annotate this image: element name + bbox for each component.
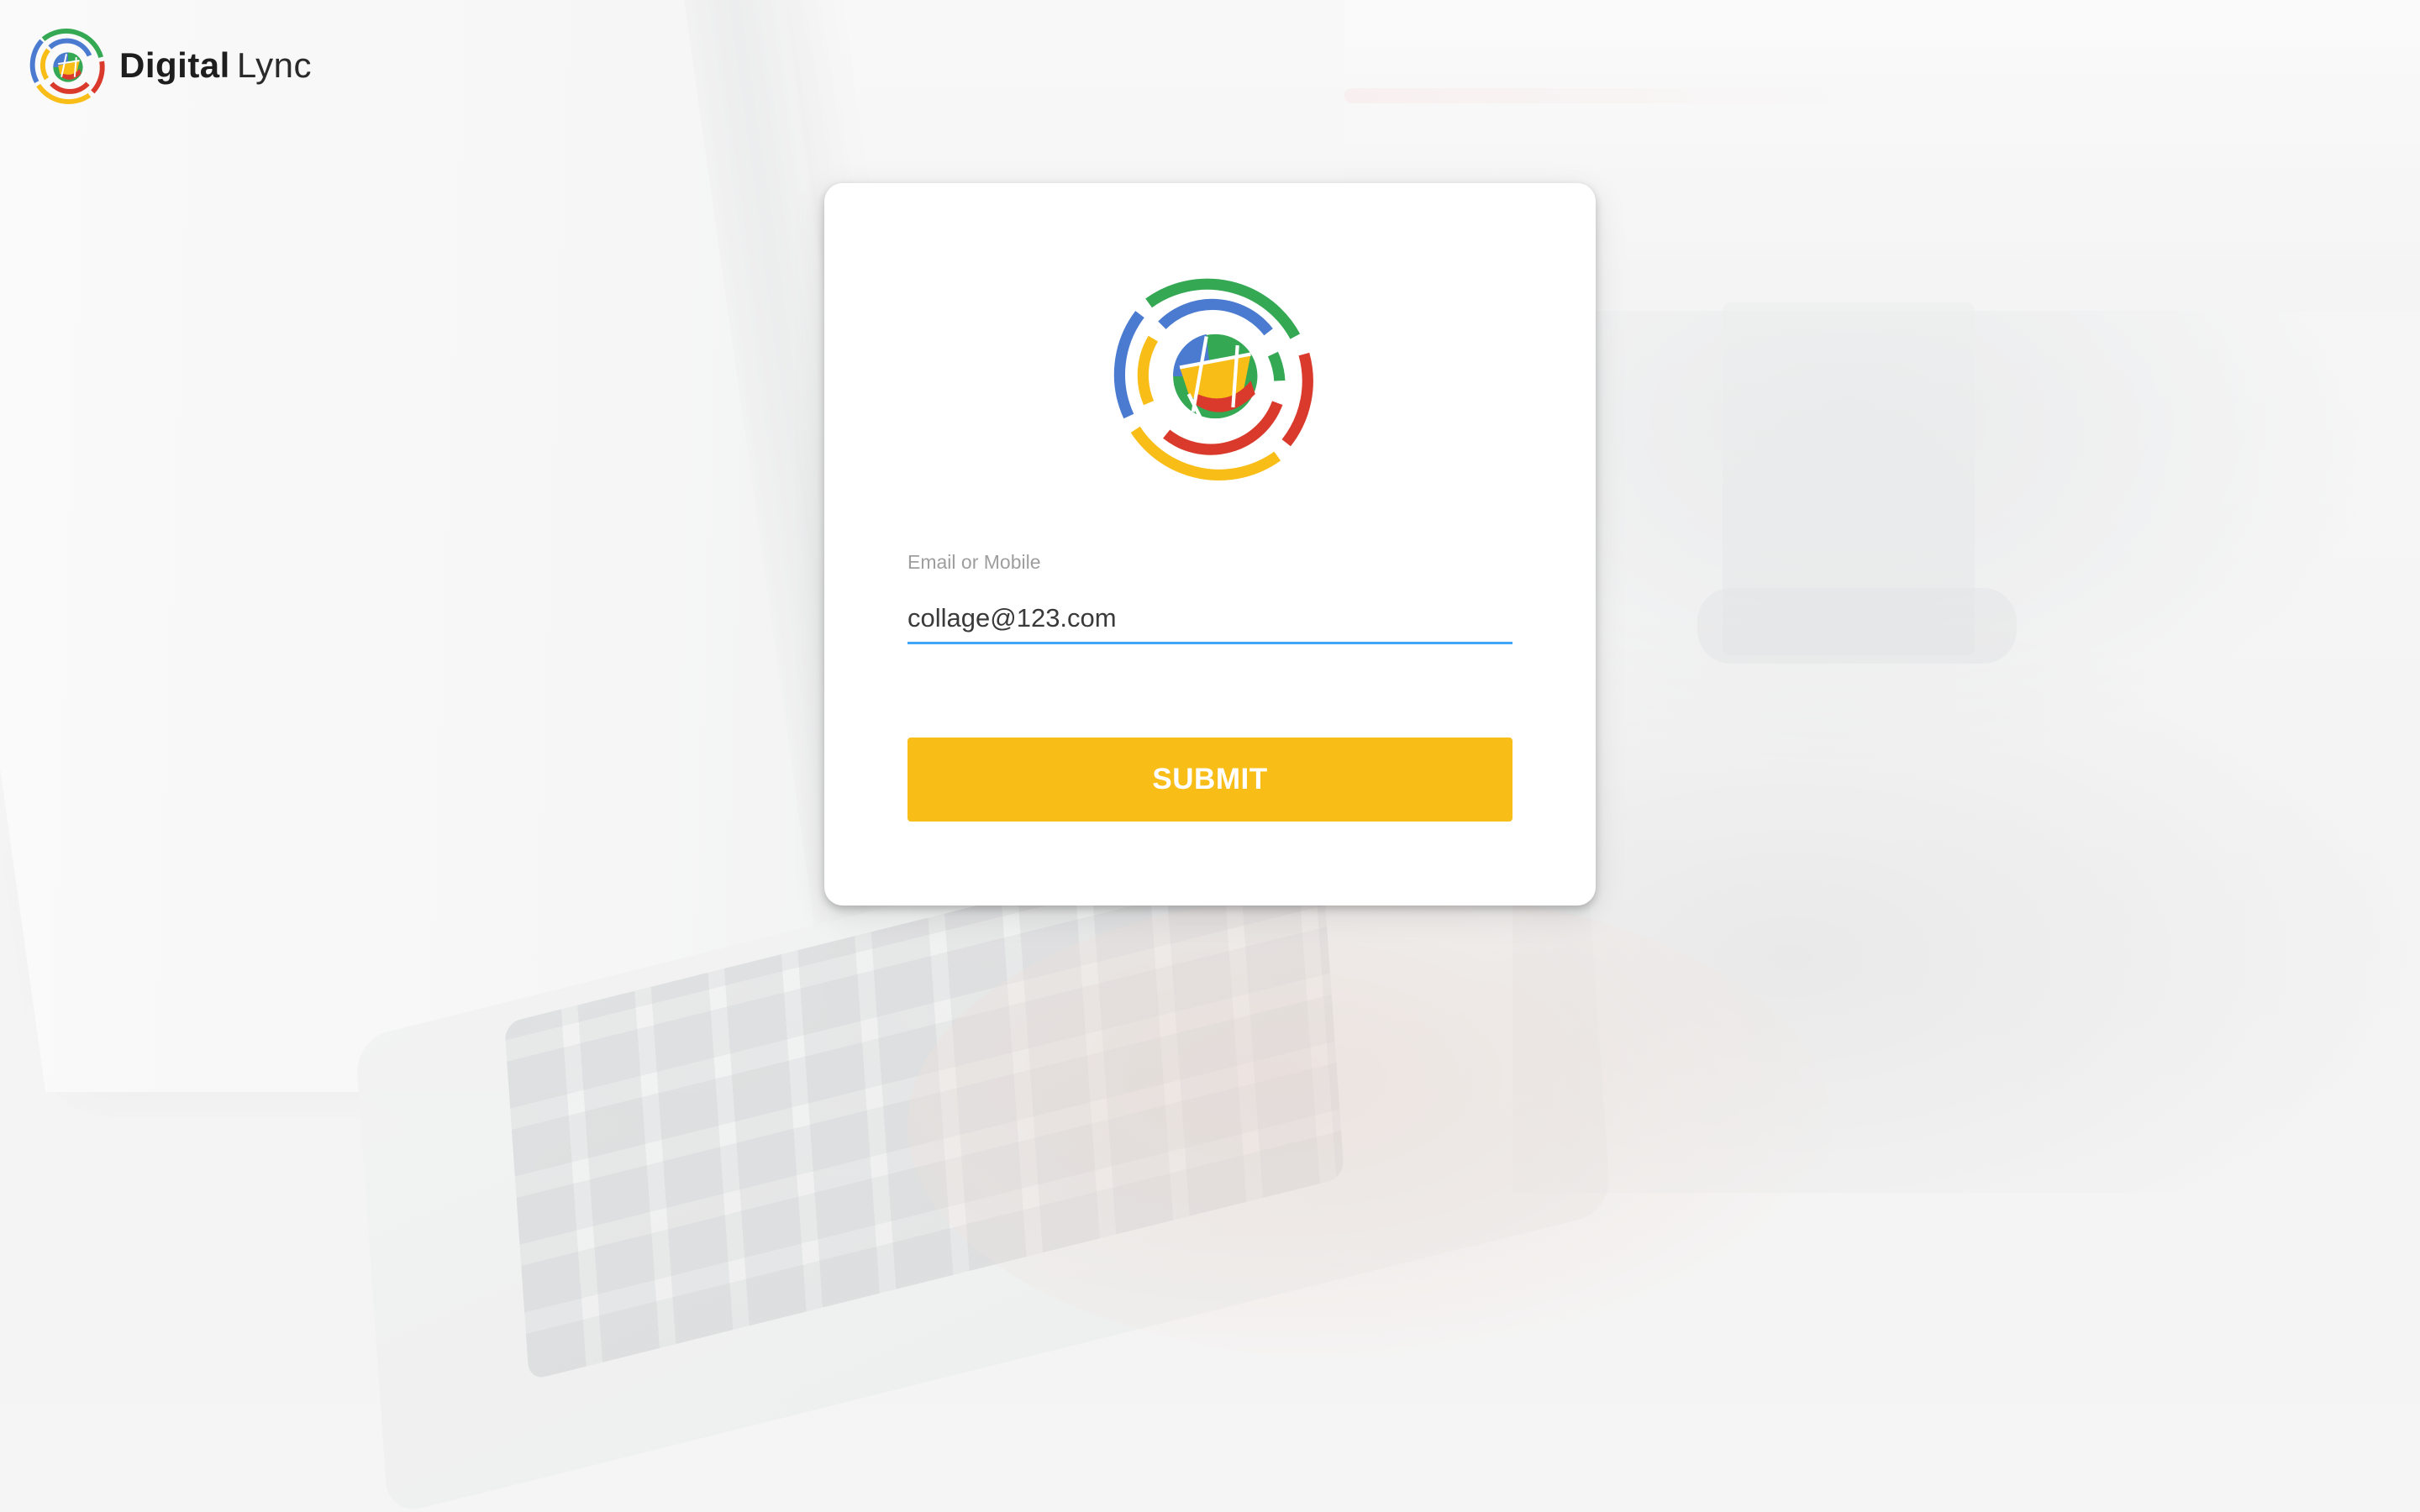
digital-lync-emblem-icon (1113, 278, 1313, 480)
login-card: Email or Mobile SUBMIT (824, 183, 1596, 906)
brand-name-bold: Digital (119, 45, 230, 85)
brand-name: Digital Lync (119, 48, 312, 83)
email-field-label: Email or Mobile (908, 551, 1041, 573)
digital-lync-logo-icon (29, 29, 105, 104)
brand-name-light: Lync (236, 45, 313, 85)
email-or-mobile-input[interactable] (908, 595, 1512, 644)
submit-button[interactable]: SUBMIT (908, 738, 1512, 822)
brand-header[interactable]: Digital Lync (25, 24, 312, 108)
